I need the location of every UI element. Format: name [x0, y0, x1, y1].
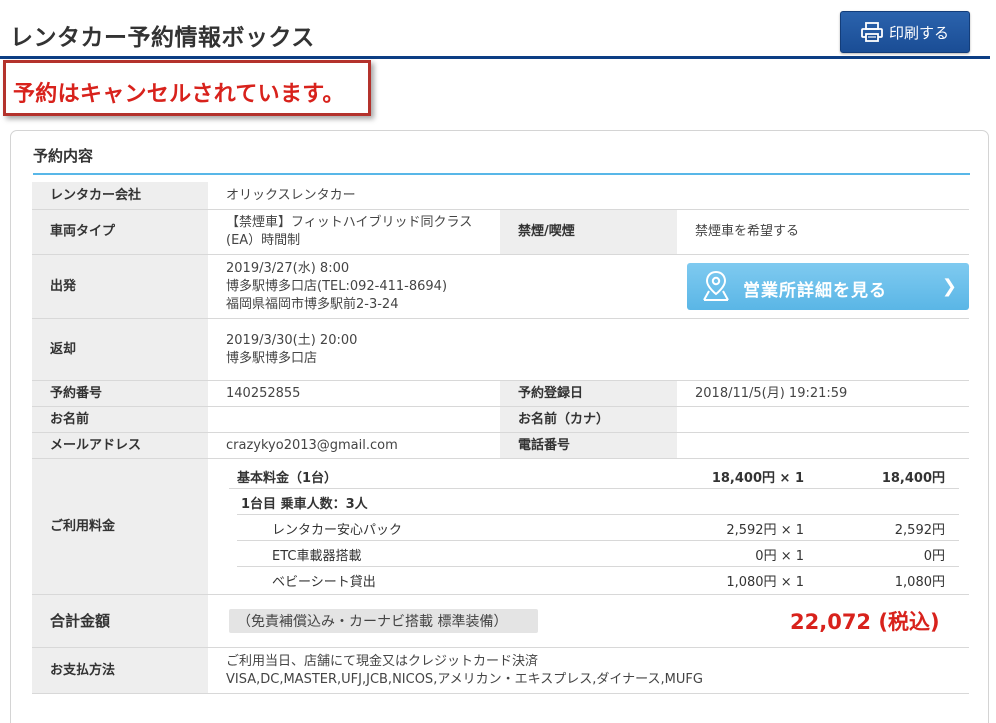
chevron-right-icon: ❯ [941, 276, 957, 297]
name-kana-value [677, 407, 969, 433]
phone-label: 電話番号 [500, 433, 677, 459]
payment-line-1: ご利用当日、店舗にて現金又はクレジットカード決済 [226, 653, 539, 669]
smoking-label: 禁煙/喫煙 [500, 210, 677, 255]
page-header: レンタカー予約情報ボックス 印刷する [0, 0, 996, 60]
panel-title-divider [33, 173, 970, 175]
smoking-value: 禁煙車を希望する [677, 210, 969, 255]
option-unit: 2,592円 × 1 [726, 523, 804, 538]
car-type-label: 車両タイプ [32, 210, 208, 255]
phone-value [677, 433, 969, 459]
fee-divider [237, 514, 959, 515]
cancel-notice-box: 予約はキャンセルされています。 [3, 60, 371, 116]
print-button[interactable]: 印刷する [840, 11, 970, 53]
payment-line-2: VISA,DC,MASTER,UFJ,JCB,NICOS,アメリカン・エキスプレ… [226, 671, 703, 687]
print-button-label: 印刷する [888, 23, 949, 42]
payment-label: お支払方法 [32, 648, 208, 694]
store-details-button[interactable]: 営業所詳細を見る ❯ [687, 263, 969, 310]
return-value: 2019/3/30(土) 20:00 博多駅博多口店 [208, 319, 969, 381]
option-total: 1,080円 [894, 575, 945, 590]
car-type-line-1: 【禁煙車】フィットハイブリッド同クラス [226, 215, 473, 230]
registered-date-label: 予約登録日 [500, 381, 677, 407]
fee-label: ご利用料金 [32, 459, 208, 595]
map-pin-icon [701, 270, 731, 307]
option-unit: 1,080円 × 1 [726, 575, 804, 590]
option-label: ETC車載器搭載 [272, 549, 362, 564]
option-total: 2,592円 [894, 523, 945, 538]
email-value: crazykyo2013@gmail.com [208, 433, 500, 459]
return-label: 返却 [32, 319, 208, 381]
header-divider [0, 56, 990, 59]
panel-title: 予約内容 [33, 147, 94, 165]
option-label: ベビーシート貸出 [272, 575, 376, 590]
company-value: オリックスレンタカー [208, 182, 969, 210]
fee-divider [237, 566, 959, 567]
departure-address: 福岡県福岡市博多駅前2-3-24 [226, 296, 399, 312]
page-title: レンタカー予約情報ボックス [10, 25, 315, 51]
fee-divider [229, 488, 959, 489]
name-kana-label: お名前（カナ） [500, 407, 677, 433]
reservation-number-value: 140252855 [208, 381, 500, 407]
total-note: （免責補償込み・カーナビ搭載 標準装備） [229, 609, 538, 633]
departure-label: 出発 [32, 255, 208, 319]
day-passengers: 1台目 乗車人数：3人 [241, 497, 368, 512]
base-fee-unit: 18,400円 × 1 [711, 471, 804, 486]
email-label: メールアドレス [32, 433, 208, 459]
return-store: 博多駅博多口店 [226, 350, 318, 366]
car-type-line-2: (EA）時間制 [226, 233, 301, 248]
option-label: レンタカー安心パック [272, 523, 403, 538]
name-label: お名前 [32, 407, 208, 433]
printer-icon [861, 22, 883, 42]
return-datetime: 2019/3/30(土) 20:00 [226, 332, 358, 348]
departure-store: 博多駅博多口店(TEL:092-411-8694) [226, 278, 448, 294]
option-total: 0円 [923, 549, 945, 564]
total-label: 合計金額 [32, 595, 208, 648]
company-label: レンタカー会社 [32, 182, 208, 210]
registered-date-value: 2018/11/5(月) 19:21:59 [677, 381, 969, 407]
cancel-notice: 予約はキャンセルされています。 [13, 82, 345, 107]
base-fee-label: 基本料金（1台） [237, 471, 338, 486]
base-fee-total: 18,400円 [881, 471, 945, 486]
option-unit: 0円 × 1 [755, 549, 804, 564]
store-details-label: 営業所詳細を見る [743, 281, 887, 301]
name-value [208, 407, 500, 433]
reservation-number-label: 予約番号 [32, 381, 208, 407]
payment-value: ご利用当日、店舗にて現金又はクレジットカード決済 VISA,DC,MASTER,… [208, 648, 969, 694]
departure-datetime: 2019/3/27(水) 8:00 [226, 260, 350, 276]
car-type-value: 【禁煙車】フィットハイブリッド同クラス (EA）時間制 [208, 210, 500, 255]
fee-divider [237, 540, 959, 541]
total-amount: 22,072 (税込) [790, 610, 940, 634]
